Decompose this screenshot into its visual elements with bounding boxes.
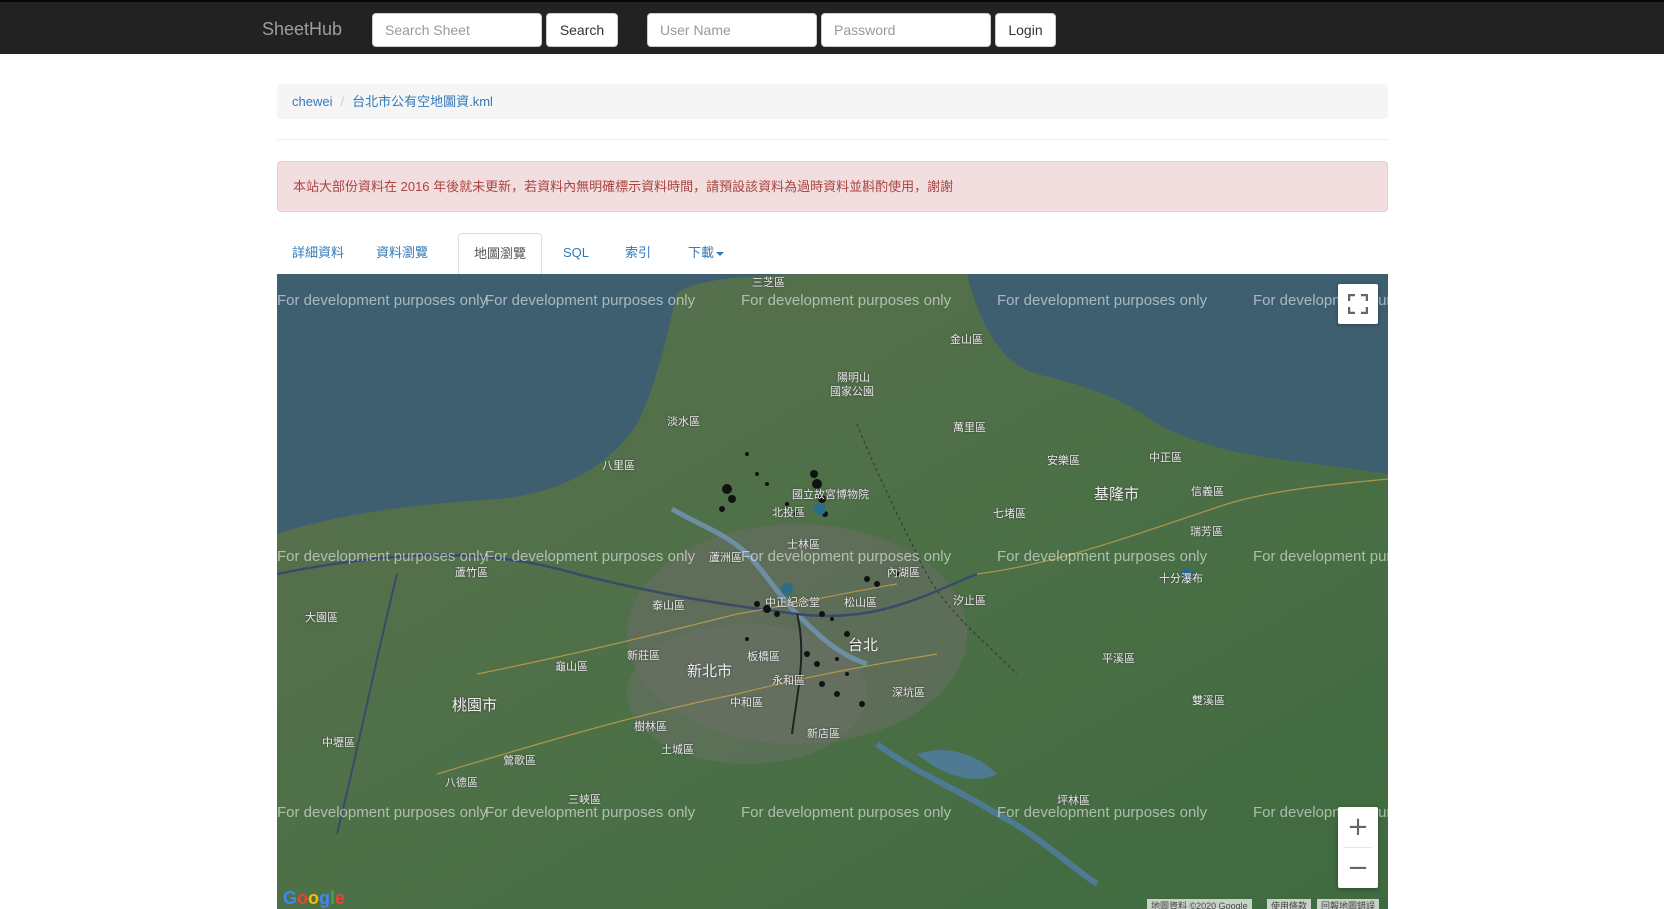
report-map-error-link[interactable]: 回報地圖錯誤	[1317, 899, 1380, 909]
search-button[interactable]: Search	[546, 13, 618, 47]
tab-download-label: 下載	[688, 245, 715, 260]
username-input[interactable]: User Name	[647, 13, 817, 47]
place-label: 北投區	[772, 507, 805, 519]
breadcrumb: chewei / 台北市公有空地圖資.kml	[277, 84, 1388, 119]
place-label: 坪林區	[1057, 795, 1090, 807]
place-label: 中正區	[1149, 452, 1182, 464]
place-label: 士林區	[787, 539, 820, 551]
zoom-out-button[interactable]: −	[1338, 848, 1378, 888]
google-logo: Google	[283, 888, 346, 908]
place-label: 中壢區	[322, 737, 355, 749]
place-label: 松山區	[844, 597, 877, 609]
map-view[interactable]: For development purposes only For develo…	[277, 274, 1388, 909]
tab-map-browse[interactable]: 地圖瀏覽	[458, 233, 543, 276]
tab-sql[interactable]: SQL	[548, 233, 604, 275]
place-label: 樹林區	[634, 721, 667, 733]
place-label: 中正紀念堂	[765, 597, 820, 609]
divider	[277, 139, 1388, 140]
login-button[interactable]: Login	[995, 13, 1056, 47]
place-label: 瑞芳區	[1190, 526, 1223, 538]
poi-palace-museum	[814, 503, 826, 515]
place-label: 台北	[848, 637, 879, 654]
place-label: 深坑區	[892, 687, 925, 699]
place-label: 平溪區	[1102, 653, 1135, 665]
caret-down-icon	[716, 251, 725, 256]
place-label: 土城區	[661, 744, 694, 756]
place-label: 蘆洲區	[709, 552, 742, 564]
tab-bar: 詳細資料 資料瀏覽 地圖瀏覽 SQL 索引 下載	[277, 233, 1388, 276]
brand-logo[interactable]: SheetHub	[262, 19, 342, 40]
outdated-data-alert: 本站大部份資料在 2016 年後就未更新，若資料內無明確標示資料時間，請預設該資…	[277, 161, 1388, 212]
place-label: 永和區	[772, 675, 805, 687]
breadcrumb-user-link[interactable]: chewei	[292, 94, 332, 109]
place-label: 萬里區	[953, 422, 986, 434]
zoom-in-button[interactable]: +	[1338, 807, 1378, 847]
place-label: 基隆市	[1094, 486, 1140, 503]
place-label: 桃園市	[452, 697, 498, 714]
tab-details[interactable]: 詳細資料	[277, 233, 359, 275]
map-base-layer	[277, 274, 1388, 909]
place-label: 新北市	[687, 663, 733, 680]
place-label: 中和區	[730, 697, 763, 709]
place-label: 三峽區	[568, 794, 601, 806]
tab-index[interactable]: 索引	[610, 233, 666, 275]
place-label: 內湖區	[887, 567, 920, 579]
place-label: 七堵區	[993, 508, 1026, 520]
place-label: 國家公園	[830, 386, 874, 398]
tab-data-browse[interactable]: 資料瀏覽	[361, 233, 443, 275]
place-label: 新莊區	[627, 650, 660, 662]
place-label: 八里區	[602, 460, 635, 472]
place-label: 龜山區	[555, 661, 588, 673]
place-label: 板橋區	[747, 651, 780, 663]
breadcrumb-file-link[interactable]: 台北市公有空地圖資.kml	[352, 94, 493, 109]
breadcrumb-separator: /	[340, 94, 345, 109]
place-label: 汐止區	[953, 595, 986, 607]
map-attribution: 地圖資料 ©2020 Google	[1147, 899, 1252, 909]
zoom-control: + −	[1338, 807, 1378, 888]
place-label: 泰山區	[652, 600, 685, 612]
place-label: 鶯歌區	[503, 755, 536, 767]
place-label: 金山區	[950, 334, 983, 346]
place-label: 安樂區	[1047, 455, 1080, 467]
password-input[interactable]: Password	[821, 13, 991, 47]
navbar: SheetHub Search Sheet Search User Name P…	[0, 0, 1664, 54]
tab-download-dropdown[interactable]: 下載	[673, 233, 739, 275]
fullscreen-button[interactable]	[1338, 284, 1378, 324]
place-label: 雙溪區	[1192, 695, 1225, 707]
place-label: 淡水區	[667, 416, 700, 428]
place-label: 十分瀑布	[1159, 573, 1203, 585]
place-label: 大園區	[305, 612, 338, 624]
place-label: 國立故宮博物院	[792, 489, 869, 501]
place-label: 三芝區	[752, 277, 785, 289]
fullscreen-icon	[1348, 294, 1368, 314]
place-label: 新店區	[807, 728, 840, 740]
terms-link[interactable]: 使用條款	[1267, 899, 1312, 909]
place-label: 蘆竹區	[455, 567, 488, 579]
place-label: 八德區	[445, 777, 478, 789]
place-label: 信義區	[1191, 486, 1224, 498]
search-input[interactable]: Search Sheet	[372, 13, 542, 47]
